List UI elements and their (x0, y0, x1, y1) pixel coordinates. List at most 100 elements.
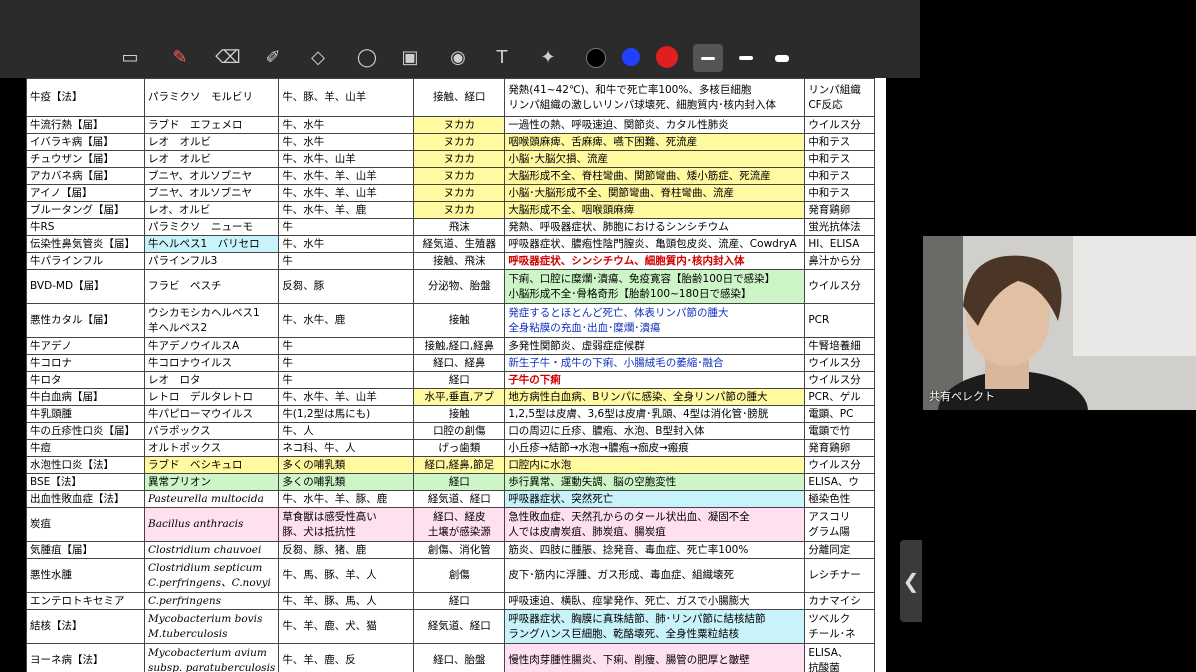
table-row: 悪性水腫 Clostridium septicum C.perfringens、C.… (26, 558, 876, 593)
table-cell: 接触、経口 (413, 78, 506, 117)
color-swatch-3[interactable] (656, 46, 678, 68)
table-cell: 牛腎培養細 (804, 337, 876, 355)
table-cell: 牛、人 (278, 422, 415, 440)
table-cell: 急性敗血症、天然孔からのタール状出血、凝固不全 人では皮膚炭疽、肺炭疽、腸炭疽 (504, 507, 806, 542)
side-collapse-tab[interactable]: ❮ (900, 540, 922, 622)
table-cell: ブルータング【届】 (26, 201, 145, 219)
color-swatch-1[interactable] (586, 48, 606, 68)
table-cell: 鼻汁から分 (804, 252, 876, 270)
table-cell: 多くの哺乳類 (278, 456, 415, 474)
color-swatch-2[interactable] (622, 48, 640, 66)
table-cell: PCR (804, 303, 876, 338)
table-cell: 発症するとほとんど死亡、体表リンパ節の腫大 全身粘膜の充血･出血･糜爛･潰瘍 (504, 303, 806, 338)
camera-icon[interactable]: ◉ (443, 42, 473, 72)
table-cell: ブニヤ、オルソブニヤ (143, 167, 280, 185)
table-cell: 伝染性鼻気管炎【届】 (26, 235, 145, 253)
table-row: 炭疽 Bacillus anthracis 草食獣は感受性高い 豚、犬は抵抗性 経口、経… (26, 507, 876, 542)
shapes-icon[interactable]: ◇ (303, 42, 333, 72)
table-cell: 電顕で竹 (804, 422, 876, 440)
table-cell: 慢性肉芽腫性腸炎、下痢、削痩、腸管の肥厚と皺壁 (504, 643, 806, 672)
table-cell: ラブド エフェメロ (143, 116, 280, 134)
table-cell: 牛の丘疹性口炎【届】 (26, 422, 145, 440)
table-cell: Pasteurella multocida (143, 490, 280, 508)
table-cell: 牛ヘルペス1 バリセロ (143, 235, 280, 253)
table-cell: 牛、馬、豚、羊、人 (278, 558, 415, 593)
table-cell: 一過性の熱、呼吸速迫、関節炎、カタル性肺炎 (504, 116, 806, 134)
table-cell: 発育鶏卵 (804, 201, 876, 219)
table-cell: 悪性水腫 (26, 558, 145, 593)
table-cell: レオ オルビ (143, 133, 280, 151)
table-cell: 小脳･大脳欠損、流産 (504, 150, 806, 168)
table-cell: 大脳形成不全、脊柱彎曲、関節彎曲、矮小筋症、死流産 (504, 167, 806, 185)
table-cell: 牛乳頭腫 (26, 405, 145, 423)
table-cell: リンパ組織 CF反応 (804, 78, 876, 117)
table-row: アイノ【届】 ブニヤ、オルソブニヤ 牛、水牛、羊、山羊 ヌカカ 小脳･大脳形成不全、関節… (26, 184, 876, 202)
table-cell: 牛 (278, 337, 415, 355)
table-cell: 草食獣は感受性高い 豚、犬は抵抗性 (278, 507, 415, 542)
table-cell: 反芻、豚 (278, 269, 415, 304)
table-cell: 気腫疽【届】 (26, 541, 145, 559)
table-cell: Clostridium septicum C.perfringens、C.novy… (143, 558, 280, 593)
table-cell: 大脳形成不全、咽喉頭麻痺 (504, 201, 806, 219)
table-cell: フラビ ペスチ (143, 269, 280, 304)
laser-pointer-icon[interactable]: ✦ (533, 42, 563, 72)
table-cell: 接触、飛沫 (413, 252, 506, 270)
lasso-icon[interactable]: ◯ (352, 42, 382, 72)
table-cell: チュウザン【届】 (26, 150, 145, 168)
participant-video: 共有ペレクト (923, 236, 1196, 410)
table-cell: アスコリ グラム陽 (804, 507, 876, 542)
table-cell: 1,2,5型は皮膚、3,6型は皮膚･乳頭、4型は消化管･膀胱 (504, 405, 806, 423)
table-row: BVD-MD【届】 フラビ ペスチ 反芻、豚 分泌物、胎盤 下痢、口腔に糜爛･潰瘍、免疫… (26, 269, 876, 304)
table-cell: 中和テス (804, 167, 876, 185)
line-width-thin-button[interactable] (693, 44, 723, 72)
table-cell: 電顕、PC (804, 405, 876, 423)
table-cell: 口腔内に水泡 (504, 456, 806, 474)
table-cell: 牛、水牛 (278, 235, 415, 253)
layers-icon[interactable]: ▭ (115, 42, 145, 72)
table-cell: 炭疽 (26, 507, 145, 542)
table-row: 牛の丘疹性口炎【届】 パラポックス 牛、人 口腔の創傷 口の周辺に丘疹、膿疱、水泡、B型… (26, 422, 876, 440)
table-cell: ELISA、ウ (804, 473, 876, 491)
table-cell: 牛、水牛、羊、山羊 (278, 167, 415, 185)
table-cell: 口の周辺に丘疹、膿疱、水泡、B型封入体 (504, 422, 806, 440)
table-cell: 多発性関節炎、虚弱症症候群 (504, 337, 806, 355)
table-cell: 経気道、経口 (413, 609, 506, 644)
table-cell: ヨーネ病【法】 (26, 643, 145, 672)
table-cell: 接触 (413, 303, 506, 338)
table-cell: 牛(1,2型は馬にも) (278, 405, 415, 423)
table-cell: ネコ科、牛、人 (278, 439, 415, 457)
image-icon[interactable]: ▣ (395, 42, 425, 72)
table-cell: 呼吸速迫、横臥、痙攣発作、死亡、ガスで小腸膨大 (504, 592, 806, 610)
table-row: 結核【法】 Mycobacterium bovis M.tuberculosis 牛、… (26, 609, 876, 644)
eraser-icon[interactable]: ⌫ (213, 42, 243, 72)
table-row: 牛乳頭腫 牛パピローマウイルス 牛(1,2型は馬にも) 接触 1,2,5型は皮膚、3,6… (26, 405, 876, 423)
table-cell: 極染色性 (804, 490, 876, 508)
text-icon[interactable]: T (487, 42, 517, 72)
line-width-thick-button[interactable] (767, 44, 797, 72)
table-cell: オルトポックス (143, 439, 280, 457)
table-row: エンテロトキセミア C.perfringens 牛、羊、豚、馬、人 経口 呼吸速迫、横臥… (26, 592, 876, 610)
table-row: アカバネ病【届】 ブニヤ、オルソブニヤ 牛、水牛、羊、山羊 ヌカカ 大脳形成不全、脊柱彎… (26, 167, 876, 185)
table-cell: 牛痘 (26, 439, 145, 457)
table-cell: げっ歯類 (413, 439, 506, 457)
table-cell: 発育鶏卵 (804, 439, 876, 457)
table-cell: 新生子牛・成牛の下痢、小腸絨毛の萎縮･融合 (504, 354, 806, 372)
table-cell: 蛍光抗体法 (804, 218, 876, 236)
table-cell: 経口、経皮 土壌が感染源 (413, 507, 506, 542)
line-width-medium-button[interactable] (731, 44, 761, 72)
table-cell: ヌカカ (413, 184, 506, 202)
table-cell: イバラキ病【届】 (26, 133, 145, 151)
chevron-left-icon: ❮ (902, 569, 920, 593)
pen-icon[interactable]: ✎ (165, 42, 195, 72)
table-cell: 牛、羊、鹿、犬、猫 (278, 609, 415, 644)
table-row: 牛痘 オルトポックス ネコ科、牛、人 げっ歯類 小丘疹→結節→水泡→膿疱→痂皮→瘢痕 発育… (26, 439, 876, 457)
highlighter-icon[interactable]: ✐ (258, 42, 288, 72)
table-cell: 経口,経鼻,節足 (413, 456, 506, 474)
table-cell: 歩行異常、運動失調、脳の空胞変性 (504, 473, 806, 491)
table-cell: PCR、ゲル (804, 388, 876, 406)
table-cell: 反芻、豚、猪、鹿 (278, 541, 415, 559)
table-cell: レオ ロタ (143, 371, 280, 389)
table-cell: 異常プリオン (143, 473, 280, 491)
table-cell: 経口 (413, 592, 506, 610)
table-cell: 経口 (413, 371, 506, 389)
